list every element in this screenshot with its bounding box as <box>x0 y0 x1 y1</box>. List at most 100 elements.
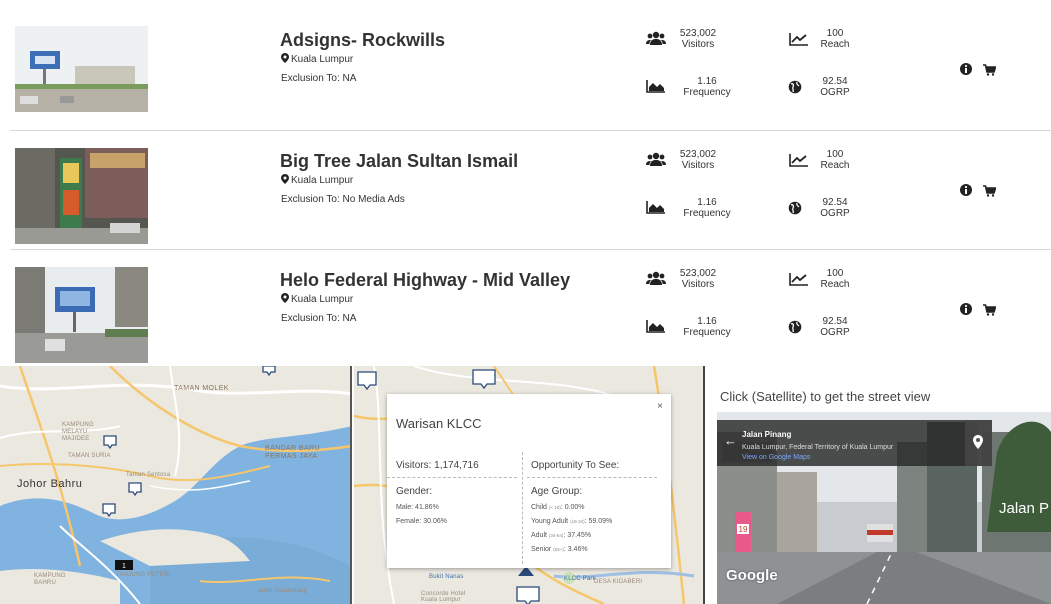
stat-frequency-value: 1.16 <box>697 76 717 87</box>
popup-visitors: Visitors: 1,174,716 <box>396 460 479 471</box>
stat-ogrp-value: 92.54 <box>822 76 848 87</box>
listing-thumbnail[interactable] <box>15 148 148 244</box>
stat-frequency-value: 1.16 <box>697 316 717 327</box>
listing-row[interactable]: Helo Federal Highway - Mid Valley Kuala … <box>10 249 1051 367</box>
age-range: (65+) <box>553 547 564 552</box>
label-klcc-park: KLCC Park <box>564 576 596 582</box>
age-label: Young Adult <box>531 518 569 525</box>
stat-frequency: 1.16 Frequency <box>676 197 738 219</box>
label-kampung-bahru: KAMPUNG BAHRU <box>34 573 66 586</box>
stat-visitors-value: 523,002 <box>679 28 717 39</box>
stat-visitors-label: Visitors <box>681 160 715 171</box>
listing-location: Kuala Lumpur <box>281 174 353 186</box>
listing-exclusion: Exclusion To: NA <box>281 313 357 324</box>
listing-title[interactable]: Big Tree Jalan Sultan Ismail <box>280 151 518 172</box>
stat-reach: 100 Reach <box>817 268 853 290</box>
popup-divider <box>387 477 517 478</box>
svg-text:19: 19 <box>739 525 748 534</box>
view-google-maps-link[interactable]: View on Google Maps <box>742 454 810 461</box>
popup-gender-heading: Gender: <box>396 486 433 497</box>
stat-visitors-label: Visitors <box>681 39 715 50</box>
stat-frequency-label: Frequency <box>683 208 731 219</box>
popup-opportunity: Opportunity To See: <box>531 460 620 471</box>
back-arrow-icon[interactable]: ← <box>724 433 737 448</box>
popup-title: Warisan KLCC <box>396 416 482 431</box>
age-label: Child <box>531 504 547 511</box>
globe-icon <box>788 201 802 215</box>
cluster-count: 1 <box>122 563 126 570</box>
stat-visitors: 523,002 Visitors <box>673 28 723 50</box>
stat-reach: 100 Reach <box>817 28 853 50</box>
label-tanjung-puteri: TANJUNG PUTERI <box>116 572 171 578</box>
popup-divider <box>527 477 657 478</box>
stat-visitors-value: 523,002 <box>679 149 717 160</box>
cart-icon[interactable] <box>983 64 996 76</box>
info-icon[interactable] <box>960 184 972 196</box>
stat-ogrp: 92.54 OGRP <box>815 76 855 98</box>
info-icon[interactable] <box>960 63 972 75</box>
listing-row[interactable]: Big Tree Jalan Sultan Ismail Kuala Lumpu… <box>10 130 1051 248</box>
stat-ogrp: 92.54 OGRP <box>815 316 855 338</box>
age-value: 3.46% <box>567 546 588 553</box>
age-range: (34-64) <box>548 533 564 538</box>
users-icon <box>646 152 666 166</box>
cart-icon[interactable] <box>983 185 996 197</box>
listing-thumbnail[interactable] <box>15 267 148 363</box>
street-sign-text: Jalan P <box>999 500 1050 517</box>
stat-frequency: 1.16 Frequency <box>676 316 738 338</box>
label-bandar-baru: BANDAR BARU PERMAS JAYA <box>265 445 320 460</box>
street-view-caption: Click (Satellite) to get the street view <box>720 389 931 404</box>
google-logo: Google <box>726 567 778 584</box>
listing-thumbnail[interactable] <box>15 26 148 112</box>
listing-row[interactable]: Adsigns- Rockwills Kuala Lumpur Exclusio… <box>10 10 1051 128</box>
listing-exclusion: Exclusion To: NA <box>281 73 357 84</box>
age-range: (< 18) <box>548 505 561 510</box>
age-label: Senior <box>531 546 552 553</box>
line-chart-icon <box>789 272 809 286</box>
stat-frequency-label: Frequency <box>683 327 731 338</box>
street-view-panel: Click (Satellite) to get the street view <box>707 366 1051 604</box>
listing-title[interactable]: Helo Federal Highway - Mid Valley <box>280 270 570 291</box>
listing-location-text: Kuala Lumpur <box>291 294 354 305</box>
label-concorde: Concorde Hotel Kuala Lumpur <box>421 591 466 603</box>
label-taman-sentosa: Taman Sentosa <box>126 472 171 478</box>
popup-close-button[interactable]: × <box>657 401 663 412</box>
area-chart-icon <box>646 200 666 214</box>
stat-reach-value: 100 <box>826 28 844 39</box>
stat-ogrp-value: 92.54 <box>822 316 848 327</box>
popup-male: Male: 41.86% <box>396 504 439 511</box>
stat-reach-value: 100 <box>826 149 844 160</box>
label-taman-suria: TAMAN SURIA <box>68 453 111 459</box>
listing-location: Kuala Lumpur <box>281 293 353 305</box>
popup-age-group: Child (< 18): 0.00% <box>531 504 585 511</box>
popup-age-group: Senior (65+): 3.46% <box>531 546 588 553</box>
stat-ogrp-label: OGRP <box>820 208 850 219</box>
listing-title[interactable]: Adsigns- Rockwills <box>280 30 445 51</box>
listings-panel: Adsigns- Rockwills Kuala Lumpur Exclusio… <box>0 0 1051 365</box>
stat-ogrp-label: OGRP <box>820 87 850 98</box>
stat-reach-label: Reach <box>820 279 850 290</box>
age-range: (18-34) <box>570 519 585 524</box>
stat-ogrp-value: 92.54 <box>822 197 848 208</box>
map-johor-bahru[interactable]: 1 TAMAN MOLEK KAMPUNG MELAYU MAJIDEE TAM… <box>0 366 352 604</box>
stat-frequency: 1.16 Frequency <box>676 76 738 98</box>
label-johor-bahru: Johor Bahru <box>17 478 83 490</box>
map-marker-icon <box>281 174 291 186</box>
globe-icon <box>788 80 802 94</box>
stat-ogrp-label: OGRP <box>820 327 850 338</box>
line-chart-icon <box>789 153 809 167</box>
map-marker-icon <box>281 293 291 305</box>
stat-reach: 100 Reach <box>817 149 853 171</box>
area-chart-icon <box>646 319 666 333</box>
map-marker-icon <box>281 53 291 65</box>
street-view-pin-button[interactable] <box>965 420 992 466</box>
age-value: 37.45% <box>567 532 592 539</box>
age-value: 0.00% <box>564 504 585 511</box>
cart-icon[interactable] <box>983 304 996 316</box>
map-pin-icon <box>973 435 983 449</box>
map-kuala-lumpur[interactable]: Bukit Nanas DESA KIDABERI Concorde Hotel… <box>354 366 705 604</box>
stat-frequency-value: 1.16 <box>697 197 717 208</box>
stat-visitors: 523,002 Visitors <box>673 268 723 290</box>
info-icon[interactable] <box>960 303 972 315</box>
listing-location-text: Kuala Lumpur <box>291 175 354 186</box>
